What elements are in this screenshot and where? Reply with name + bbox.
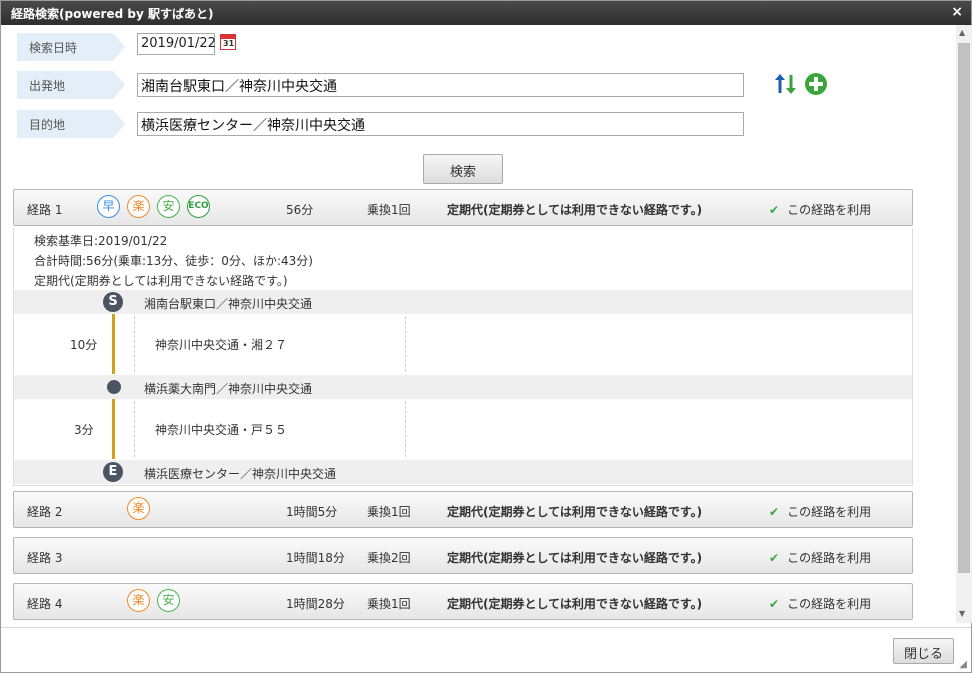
end-marker-icon: E — [103, 462, 123, 482]
dialog-footer: 閉じる ◢ — [1, 627, 971, 672]
route-name: 経路 2 — [27, 505, 63, 519]
calendar-icon[interactable]: 31 — [220, 34, 236, 50]
route-transfers: 乗換1回 — [367, 597, 411, 611]
route-fare: 定期代(定期券としては利用できない経路です。) — [447, 597, 703, 611]
use-route-label: この経路を利用 — [787, 551, 872, 565]
route-header-2[interactable]: 経路 2 楽 1時間5分 乗換1回 定期代(定期券としては利用できない経路です。… — [13, 491, 913, 528]
route-transfers: 乗換1回 — [367, 203, 411, 217]
safe-badge-icon: 安 — [157, 195, 180, 218]
route-time: 1時間18分 — [286, 551, 345, 565]
stop-row: 横浜薬大南門／神奈川中央交通 — [14, 375, 912, 399]
route-transfers: 乗換1回 — [367, 505, 411, 519]
segment-divider — [134, 316, 135, 372]
route-header-3[interactable]: 経路 3 1時間18分 乗換2回 定期代(定期券としては利用できない経路です。)… — [13, 537, 913, 574]
stop-row: 横浜医療センター／神奈川中央交通 — [14, 460, 912, 484]
scroll-up-icon[interactable]: ▲ — [959, 28, 965, 37]
date-label: 検索日時 — [17, 33, 125, 61]
route-fare: 定期代(定期券としては利用できない経路です。) — [447, 551, 703, 565]
stop-name: 横浜医療センター／神奈川中央交通 — [144, 467, 337, 481]
route-time: 1時間28分 — [286, 597, 345, 611]
safe-badge-icon: 安 — [157, 589, 180, 612]
stop-name: 湘南台駅東口／神奈川中央交通 — [144, 297, 313, 311]
easy-badge-icon: 楽 — [127, 195, 150, 218]
calendar-day: 31 — [223, 39, 235, 48]
stop-name: 横浜薬大南門／神奈川中央交通 — [144, 382, 313, 396]
segment-line — [112, 399, 115, 459]
resize-grip-icon[interactable]: ◢ — [959, 659, 967, 670]
check-icon: ✔ — [769, 203, 780, 217]
scroll-thumb[interactable] — [958, 43, 970, 573]
segment-line-name: 神奈川中央交通・戸５５ — [155, 423, 288, 437]
fast-badge-icon: 早 — [97, 195, 120, 218]
segment-line-name: 神奈川中央交通・湘２７ — [155, 338, 288, 352]
route-time: 56分 — [286, 203, 314, 217]
use-route-link[interactable]: ✔ この経路を利用 — [769, 201, 871, 218]
check-icon: ✔ — [769, 505, 780, 519]
vertical-scrollbar[interactable]: ▲ ▼ — [956, 25, 972, 623]
transfer-marker-icon — [107, 380, 121, 394]
easy-badge-icon: 楽 — [127, 497, 150, 520]
search-button[interactable]: 検索 — [423, 154, 503, 184]
close-icon[interactable]: × — [951, 4, 963, 20]
segment-line — [112, 314, 115, 374]
total-time: 合計時間:56分(乗車:13分、徒歩：0分、ほか:43分) — [34, 254, 313, 268]
route-fare: 定期代(定期券としては利用できない経路です。) — [447, 203, 703, 217]
to-label: 目的地 — [17, 110, 125, 138]
route-name: 経路 3 — [27, 551, 63, 565]
route-name: 経路 1 — [27, 203, 63, 217]
route-search-dialog: 経路検索(powered by 駅すぱあと) × 検索日時 2019/01/22… — [0, 0, 972, 673]
add-icon[interactable] — [804, 72, 828, 96]
use-route-link[interactable]: ✔ この経路を利用 — [769, 549, 871, 566]
segment-time: 3分 — [74, 423, 94, 437]
eco-badge-icon: ECO — [187, 195, 210, 218]
route-header-4[interactable]: 経路 4 楽 安 1時間28分 乗換1回 定期代(定期券としては利用できない経路… — [13, 583, 913, 620]
segment-time: 10分 — [70, 338, 98, 352]
to-field[interactable]: 横浜医療センター／神奈川中央交通 — [137, 112, 744, 136]
check-icon: ✔ — [769, 551, 780, 565]
use-route-label: この経路を利用 — [787, 203, 872, 217]
from-field[interactable]: 湘南台駅東口／神奈川中央交通 — [137, 73, 744, 97]
route-fare: 定期代(定期券としては利用できない経路です。) — [447, 505, 703, 519]
scroll-down-icon[interactable]: ▼ — [959, 609, 965, 618]
route-transfers: 乗換2回 — [367, 551, 411, 565]
fare-note: 定期代(定期券としては利用できない経路です。) — [34, 274, 288, 288]
swap-icon[interactable] — [774, 72, 798, 96]
route-time: 1時間5分 — [286, 505, 338, 519]
use-route-label: この経路を利用 — [787, 505, 872, 519]
route-header-1[interactable]: 経路 1 早 楽 安 ECO 56分 乗換1回 定期代(定期券としては利用できな… — [13, 189, 913, 226]
dialog-title: 経路検索(powered by 駅すぱあと) — [11, 7, 214, 21]
date-field[interactable]: 2019/01/22 — [137, 33, 216, 55]
from-label: 出発地 — [17, 71, 125, 99]
segment-divider — [405, 316, 406, 372]
start-marker-icon: S — [103, 292, 123, 312]
close-button[interactable]: 閉じる — [893, 638, 954, 664]
base-date: 検索基準日:2019/01/22 — [34, 234, 168, 248]
segment-divider — [134, 401, 135, 457]
dialog-content: 検索日時 2019/01/22 31 出発地 湘南台駅東口／神奈川中央交通 目的… — [1, 25, 955, 623]
use-route-link[interactable]: ✔ この経路を利用 — [769, 595, 871, 612]
use-route-label: この経路を利用 — [787, 597, 872, 611]
check-icon: ✔ — [769, 597, 780, 611]
use-route-link[interactable]: ✔ この経路を利用 — [769, 503, 871, 520]
easy-badge-icon: 楽 — [127, 589, 150, 612]
segment-divider — [405, 401, 406, 457]
stop-row: 湘南台駅東口／神奈川中央交通 — [14, 290, 912, 314]
route-name: 経路 4 — [27, 597, 63, 611]
title-bar: 経路検索(powered by 駅すぱあと) × — [1, 1, 971, 25]
route-detail: 検索基準日:2019/01/22 合計時間:56分(乗車:13分、徒歩：0分、ほ… — [13, 228, 913, 486]
